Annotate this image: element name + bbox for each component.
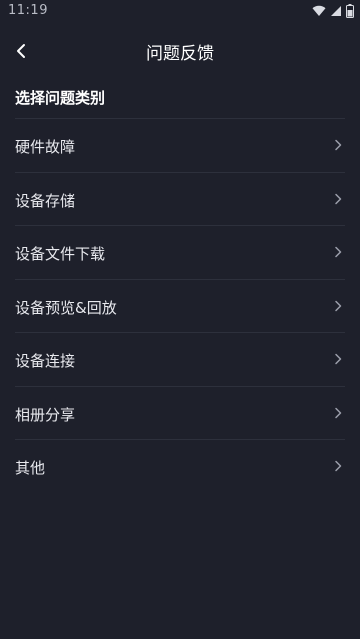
status-bar: 11:19 (0, 0, 360, 24)
category-item-other[interactable]: 其他 (15, 439, 345, 493)
category-label: 设备预览&回放 (15, 298, 117, 317)
category-label: 相册分享 (15, 405, 76, 424)
category-label: 硬件故障 (15, 138, 76, 156)
signal-icon (331, 6, 341, 16)
chevron-right-icon (335, 246, 342, 258)
category-item-preview-playback[interactable]: 设备预览&回放 (15, 278, 345, 333)
category-label: 设备存储 (15, 191, 76, 210)
category-item-device-connection[interactable]: 设备连接 (15, 332, 345, 386)
category-label: 设备文件下载 (15, 245, 106, 263)
section-title: 选择问题类别 (15, 89, 106, 107)
chevron-right-icon (335, 407, 342, 418)
chevron-right-icon (335, 300, 342, 311)
category-item-file-download[interactable]: 设备文件下载 (15, 225, 345, 279)
status-time: 11:19 (8, 3, 48, 18)
chevron-right-icon (335, 193, 342, 204)
category-item-device-storage[interactable]: 设备存储 (15, 171, 345, 226)
status-icons (312, 4, 354, 18)
page-title: 问题反馈 (146, 44, 214, 64)
header: 问题反馈 (0, 24, 360, 78)
category-list: 硬件故障 设备存储 设备文件下载 设备预览&回放 设备连接 相册分享 其他 (0, 118, 360, 493)
category-item-album-share[interactable]: 相册分享 (15, 385, 345, 440)
category-label: 设备连接 (15, 352, 76, 370)
chevron-right-icon (335, 139, 342, 151)
chevron-right-icon (335, 460, 342, 472)
chevron-right-icon (335, 353, 342, 365)
battery-icon (346, 4, 354, 18)
category-label: 其他 (15, 459, 46, 477)
wifi-icon (312, 5, 326, 17)
category-item-hardware-fault[interactable]: 硬件故障 (15, 118, 345, 172)
